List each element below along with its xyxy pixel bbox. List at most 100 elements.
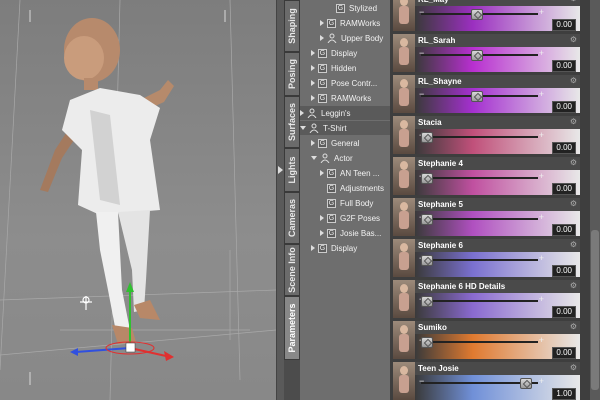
plus-icon[interactable]: + (539, 89, 544, 99)
gear-icon[interactable]: ⚙ (570, 281, 577, 290)
morph-slider-card[interactable]: Teen Josie ⚙ − +1.00 (393, 362, 580, 400)
minus-icon[interactable]: − (419, 7, 424, 17)
morph-slider-card[interactable]: RL_Shayne ⚙ − +0.00 (393, 75, 580, 113)
expand-right-icon[interactable] (320, 230, 324, 236)
tree-item[interactable]: G Display (311, 46, 357, 60)
scrollbar-thumb[interactable] (591, 230, 599, 390)
expand-right-icon[interactable] (320, 170, 324, 176)
gear-icon[interactable]: ⚙ (570, 76, 577, 85)
slider-track[interactable] (421, 218, 538, 220)
slider-track[interactable] (421, 177, 538, 179)
plus-icon[interactable]: + (539, 212, 544, 222)
expand-right-icon[interactable] (311, 245, 315, 251)
morph-slider-card[interactable]: Stacia ⚙ −+0.00 (393, 116, 580, 154)
plus-icon[interactable]: + (539, 48, 544, 58)
morph-value[interactable]: 0.00 (552, 265, 576, 277)
morph-value[interactable]: 0.00 (552, 306, 576, 318)
slider-area[interactable]: − +0.00 (415, 6, 580, 31)
slider-knob[interactable] (470, 91, 483, 102)
slider-track[interactable] (421, 136, 538, 138)
gear-icon[interactable]: ⚙ (570, 0, 577, 3)
tree-item[interactable]: G General (311, 136, 359, 150)
tree-item[interactable]: G RAMWorks (320, 16, 380, 30)
morph-value[interactable]: 0.00 (552, 347, 576, 359)
morph-slider-card[interactable]: Stephanie 4 ⚙ −+0.00 (393, 157, 580, 195)
slider-knob[interactable] (470, 50, 483, 61)
tree-item[interactable]: Actor (311, 151, 353, 165)
gear-icon[interactable]: ⚙ (570, 158, 577, 167)
morph-slider-card[interactable]: RL_Sarah ⚙ − +0.00 (393, 34, 580, 72)
expand-right-icon[interactable] (300, 110, 304, 116)
plus-icon[interactable]: + (539, 7, 544, 17)
tree-item[interactable]: G Hidden (311, 61, 356, 75)
morph-slider-card[interactable]: RL_May ⚙ − +0.00 (393, 0, 580, 31)
slider-knob[interactable] (520, 378, 532, 389)
tree-item[interactable]: G Pose Contr... (311, 76, 377, 90)
minus-icon[interactable]: − (419, 89, 424, 99)
slider-knob[interactable] (421, 214, 433, 225)
morph-slider-card[interactable]: Sumiko ⚙ −+0.00 (393, 321, 580, 359)
tab-posing[interactable]: Posing (284, 52, 300, 96)
morph-value[interactable]: 0.00 (552, 101, 576, 113)
slider-knob[interactable] (421, 337, 433, 348)
gear-icon[interactable]: ⚙ (570, 363, 577, 372)
expand-right-icon[interactable] (311, 65, 315, 71)
expand-right-icon[interactable] (320, 35, 324, 41)
plus-icon[interactable]: + (539, 376, 544, 386)
tree-item[interactable]: G G2F Poses (320, 211, 380, 225)
plus-icon[interactable]: + (539, 130, 544, 140)
slider-area[interactable]: −+0.00 (415, 252, 580, 277)
slider-track[interactable] (421, 341, 538, 343)
slider-area[interactable]: −+0.00 (415, 47, 580, 72)
morph-slider-card[interactable]: Stephanie 6 ⚙ −+0.00 (393, 239, 580, 277)
slider-knob[interactable] (421, 132, 433, 143)
slider-knob[interactable] (421, 173, 433, 184)
gear-icon[interactable]: ⚙ (570, 322, 577, 331)
gear-icon[interactable]: ⚙ (570, 117, 577, 126)
plus-icon[interactable]: + (539, 253, 544, 263)
slider-track[interactable] (421, 259, 538, 261)
minus-icon[interactable]: − (419, 376, 424, 386)
gear-icon[interactable]: ⚙ (570, 35, 577, 44)
plus-icon[interactable]: + (539, 335, 544, 345)
slider-knob[interactable] (421, 296, 433, 307)
slider-area[interactable]: −+0.00 (415, 334, 580, 359)
tree-item[interactable]: G RAMWorks (311, 91, 371, 105)
tab-scene-info[interactable]: Scene Info (284, 244, 300, 296)
tab-surfaces[interactable]: Surfaces (284, 96, 300, 148)
tree-item[interactable]: G Display (311, 241, 357, 255)
morph-value[interactable]: 0.00 (552, 142, 576, 154)
tree-item[interactable]: G Josie Bas... (320, 226, 381, 240)
expand-right-icon[interactable] (320, 215, 324, 221)
expand-right-icon[interactable] (311, 140, 315, 146)
expand-right-icon[interactable] (311, 80, 315, 86)
morph-value[interactable]: 0.00 (552, 19, 576, 31)
tab-cameras[interactable]: Cameras (284, 192, 300, 244)
slider-area[interactable]: −+0.00 (415, 211, 580, 236)
tree-item[interactable]: G Stylized (329, 1, 377, 15)
slider-area[interactable]: − +1.00 (415, 375, 580, 400)
morph-value[interactable]: 0.00 (552, 224, 576, 236)
slider-area[interactable]: −+0.00 (415, 170, 580, 195)
tree-item[interactable]: G Adjustments (320, 181, 384, 195)
tree-item[interactable]: G Full Body (320, 196, 373, 210)
plus-icon[interactable]: + (539, 171, 544, 181)
tab-shaping[interactable]: Shaping (284, 0, 300, 52)
expand-right-icon[interactable] (311, 50, 315, 56)
expand-down-icon[interactable] (311, 156, 317, 160)
morph-value[interactable]: 0.00 (552, 183, 576, 195)
slider-knob[interactable] (421, 255, 433, 266)
tree-item[interactable]: T-Shirt (300, 121, 390, 135)
tree-item[interactable]: Leggin's (300, 106, 390, 120)
tab-lights[interactable]: Lights (284, 148, 300, 192)
gear-icon[interactable]: ⚙ (570, 199, 577, 208)
gear-icon[interactable]: ⚙ (570, 240, 577, 249)
morph-slider-card[interactable]: Stephanie 6 HD Details ⚙ −+0.00 (393, 280, 580, 318)
collapse-arrow-icon[interactable] (278, 166, 283, 174)
tree-item[interactable]: G AN Teen ... (320, 166, 379, 180)
expand-down-icon[interactable] (300, 126, 306, 130)
slider-track[interactable] (421, 300, 538, 302)
slider-area[interactable]: −+0.00 (415, 129, 580, 154)
minus-icon[interactable]: − (419, 48, 424, 58)
tab-parameters[interactable]: Parameters (284, 296, 300, 360)
